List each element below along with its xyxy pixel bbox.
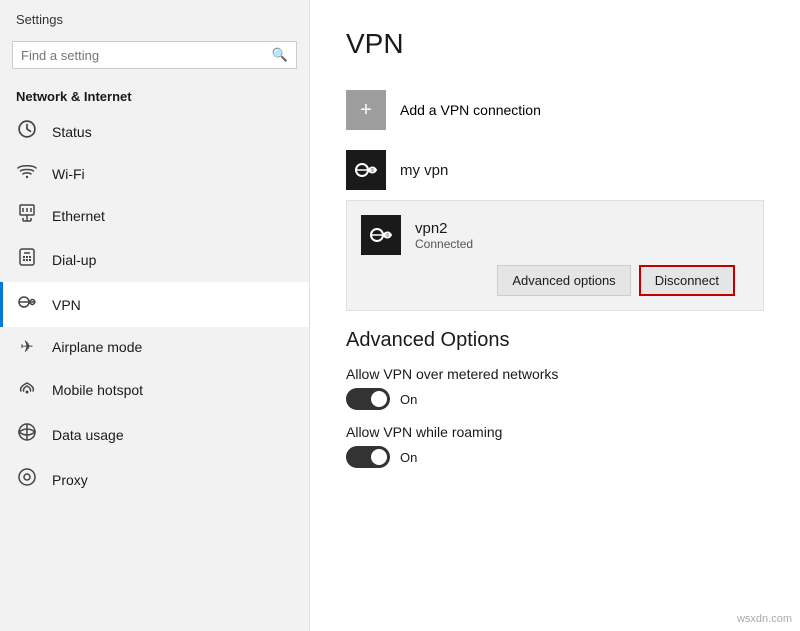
sidebar-item-ethernet-label: Ethernet — [52, 208, 105, 224]
sidebar: Settings 🔍 Network & Internet Status Wi-… — [0, 0, 310, 631]
sidebar-item-vpn-label: VPN — [52, 297, 81, 313]
sidebar-item-status-label: Status — [52, 124, 92, 140]
option1-toggle-row: On — [346, 388, 764, 410]
sidebar-item-dialup-label: Dial-up — [52, 252, 96, 268]
main-content: VPN + Add a VPN connection my vpn — [310, 0, 800, 631]
vpn-selected-block: vpn2 Connected Advanced options Disconne… — [346, 200, 764, 311]
search-icon: 🔍 — [272, 47, 288, 63]
sidebar-item-status[interactable]: Status — [0, 110, 309, 153]
proxy-icon — [16, 467, 38, 492]
ethernet-icon — [16, 204, 38, 227]
vpn2-name: vpn2 — [415, 220, 473, 237]
option2-toggle[interactable] — [346, 446, 390, 468]
wifi-icon — [16, 163, 38, 184]
myvpn-info: my vpn — [400, 162, 448, 179]
vpn2-status: Connected — [415, 237, 473, 251]
sidebar-item-airplane[interactable]: ✈ Airplane mode — [0, 327, 309, 367]
status-icon — [16, 120, 38, 143]
myvpn-icon-box — [346, 150, 386, 190]
disconnect-button[interactable]: Disconnect — [639, 265, 735, 296]
vpn2-connection-icon — [369, 223, 393, 247]
option2-toggle-label: On — [400, 450, 417, 465]
option2-toggle-row: On — [346, 446, 764, 468]
sidebar-item-wifi-label: Wi-Fi — [52, 166, 85, 182]
vpn-item-myvpn[interactable]: my vpn — [346, 140, 764, 200]
add-vpn-icon-box: + — [346, 90, 386, 130]
search-box[interactable]: 🔍 — [12, 41, 297, 69]
data-icon — [16, 422, 38, 447]
option1-label: Allow VPN over metered networks — [346, 366, 764, 382]
advanced-options-title: Advanced Options — [346, 329, 764, 352]
sidebar-item-hotspot-label: Mobile hotspot — [52, 382, 143, 398]
advanced-options-button[interactable]: Advanced options — [497, 265, 630, 296]
airplane-icon: ✈ — [16, 337, 38, 357]
sidebar-item-vpn[interactable]: VPN — [0, 282, 309, 327]
dialup-icon — [16, 247, 38, 272]
hotspot-icon — [16, 377, 38, 402]
vpn-connection-icon — [354, 158, 378, 182]
add-vpn-label: Add a VPN connection — [400, 102, 541, 118]
vpn2-icon-box — [361, 215, 401, 255]
sidebar-item-airplane-label: Airplane mode — [52, 339, 142, 355]
sidebar-item-data[interactable]: Data usage — [0, 412, 309, 457]
option1-toggle[interactable] — [346, 388, 390, 410]
plus-icon: + — [360, 99, 372, 122]
sidebar-item-proxy-label: Proxy — [52, 472, 88, 488]
sidebar-item-data-label: Data usage — [52, 427, 124, 443]
sidebar-item-dialup[interactable]: Dial-up — [0, 237, 309, 282]
sidebar-item-wifi[interactable]: Wi-Fi — [0, 153, 309, 194]
vpn-action-buttons: Advanced options Disconnect — [347, 259, 749, 296]
vpn2-info: vpn2 Connected — [415, 220, 473, 251]
sidebar-item-ethernet[interactable]: Ethernet — [0, 194, 309, 237]
section-label: Network & Internet — [0, 81, 309, 110]
search-input[interactable] — [21, 48, 272, 63]
option2-label: Allow VPN while roaming — [346, 424, 764, 440]
option1-toggle-label: On — [400, 392, 417, 407]
myvpn-name: my vpn — [400, 162, 448, 179]
vpn-item-vpn2[interactable]: vpn2 Connected — [347, 211, 749, 259]
add-vpn-item[interactable]: + Add a VPN connection — [346, 80, 764, 140]
watermark: wsxdn.com — [737, 613, 792, 625]
settings-title: Settings — [0, 0, 309, 35]
sidebar-item-hotspot[interactable]: Mobile hotspot — [0, 367, 309, 412]
page-title: VPN — [346, 28, 764, 60]
vpn-nav-icon — [16, 292, 38, 317]
sidebar-item-proxy[interactable]: Proxy — [0, 457, 309, 502]
